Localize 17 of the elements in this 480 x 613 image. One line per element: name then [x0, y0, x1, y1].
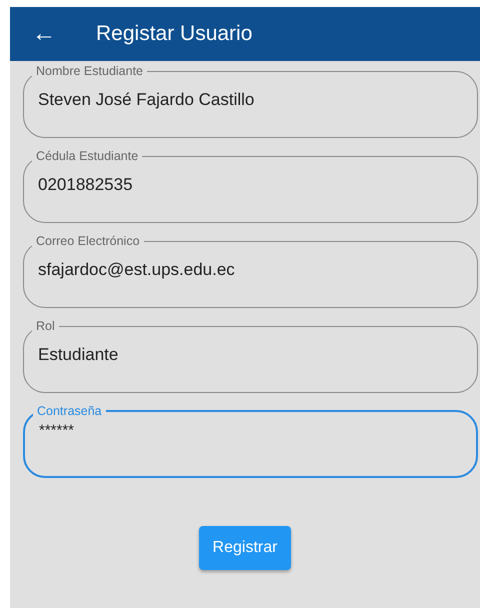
text-field[interactable]: Rol Estudiante [23, 320, 478, 393]
field-label: Contraseña [36, 405, 103, 418]
text-field[interactable]: Correo Electrónico sfajardoc@est.ups.edu.ec [23, 235, 478, 308]
text-field[interactable]: Cédula Estudiante 0201882535 [23, 150, 478, 223]
field-label: Nombre Estudiante [35, 65, 144, 78]
back-icon[interactable]: ← [32, 22, 56, 46]
text-field[interactable]: Contraseña ****** [23, 405, 478, 478]
field-label: Correo Electrónico [35, 235, 141, 248]
text-input[interactable]: sfajardoc@est.ups.edu.ec [38, 248, 463, 282]
screen-title: Registar Usuario [96, 21, 252, 48]
text-input[interactable]: Estudiante [38, 332, 463, 367]
text-input[interactable]: Steven José Fajardo Castillo [38, 78, 463, 112]
field-label: Rol [35, 320, 56, 332]
text-input[interactable]: ****** [39, 418, 462, 442]
text-field[interactable]: Nombre Estudiante Steven José Fajardo Castillo [23, 65, 478, 138]
field-label: Cédula Estudiante [35, 150, 140, 162]
text-input[interactable]: 0201882535 [38, 162, 463, 197]
